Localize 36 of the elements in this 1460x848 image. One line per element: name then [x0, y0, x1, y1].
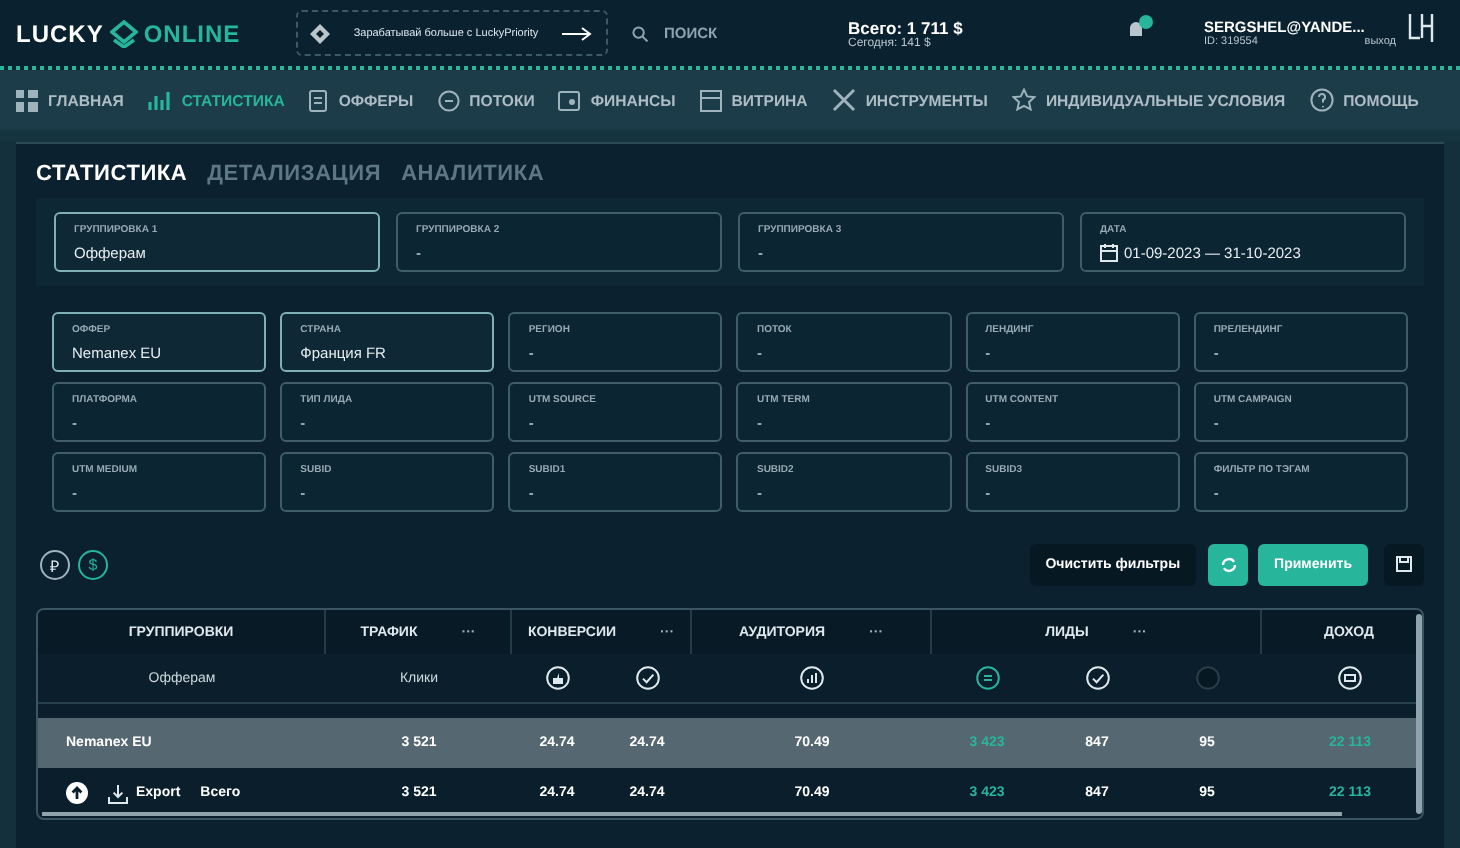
balance-total: Всего: 1 711 $	[848, 17, 965, 37]
logo-text: ONLINE	[143, 19, 241, 47]
logo-text: LUCKY	[16, 19, 104, 47]
storefront-icon	[699, 89, 722, 111]
scrollbar[interactable]	[42, 812, 1342, 816]
check-icon	[635, 666, 659, 690]
refresh-icon	[1219, 555, 1238, 573]
help-icon	[1309, 88, 1334, 112]
upload-circle-icon	[66, 782, 88, 804]
arrow-right-icon	[562, 25, 594, 41]
save-button[interactable]	[1384, 543, 1424, 585]
save-icon	[1396, 556, 1412, 572]
star-icon	[1011, 88, 1036, 112]
calendar-icon	[1100, 243, 1118, 261]
currency-toggle[interactable]: $	[78, 549, 108, 579]
bell-icon	[1124, 14, 1156, 42]
currency-toggle[interactable]: ₽	[40, 549, 70, 579]
tab[interactable]: СТАТИСТИКА	[36, 162, 188, 186]
chart-icon	[800, 666, 824, 690]
scrollbar[interactable]	[1416, 614, 1422, 814]
tools-icon	[831, 88, 856, 112]
wallet-icon	[558, 89, 581, 111]
refresh-button[interactable]	[1208, 543, 1249, 585]
chart-icon	[147, 89, 172, 111]
grid-icon	[16, 89, 38, 111]
download-icon	[108, 783, 128, 803]
logo-icon	[109, 19, 138, 47]
money-icon	[1338, 666, 1362, 690]
dot-icon	[1195, 666, 1219, 690]
list-icon	[975, 666, 999, 690]
link-icon	[437, 89, 460, 111]
thumbs-up-icon	[545, 666, 569, 690]
diamond-icon	[310, 23, 330, 43]
check-icon	[1085, 666, 1109, 690]
search-icon	[632, 25, 648, 41]
document-icon	[308, 89, 329, 111]
